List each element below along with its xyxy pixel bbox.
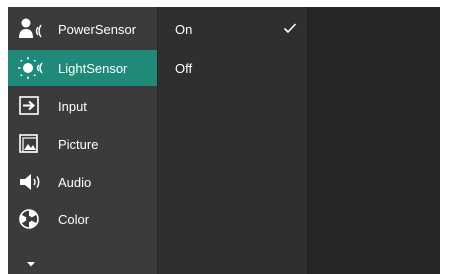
chevron-down-icon[interactable] — [25, 256, 37, 267]
main-menu: PowerSensor LightSensor Input Picture Au… — [8, 7, 157, 274]
detail-panel — [308, 7, 440, 274]
submenu-item-off[interactable]: Off — [158, 50, 307, 86]
menu-item-label: LightSensor — [58, 60, 128, 76]
menu-item-powersensor[interactable]: PowerSensor — [8, 11, 157, 47]
menu-item-label: Picture — [58, 136, 99, 152]
input-icon — [18, 94, 52, 118]
menu-item-label: Color — [58, 211, 90, 227]
menu-item-label: PowerSensor — [58, 21, 137, 37]
submenu-item-label: On — [175, 21, 193, 37]
power-sensor-icon — [18, 17, 52, 41]
menu-item-label: Input — [58, 98, 87, 114]
submenu-item-on[interactable]: On — [158, 11, 307, 47]
osd-menu: PowerSensor LightSensor Input Picture Au… — [8, 7, 440, 274]
submenu-item-label: Off — [175, 60, 193, 76]
picture-icon — [18, 132, 52, 156]
menu-item-color[interactable]: Color — [8, 201, 157, 237]
light-sensor-icon — [18, 56, 52, 80]
menu-item-input[interactable]: Input — [8, 88, 157, 124]
menu-item-picture[interactable]: Picture — [8, 126, 157, 162]
menu-item-audio[interactable]: Audio — [8, 164, 157, 200]
audio-icon — [18, 170, 52, 194]
menu-item-label: Audio — [58, 174, 92, 190]
checkmark-icon — [283, 22, 297, 34]
submenu-panel: On Off — [158, 7, 307, 274]
color-icon — [18, 207, 52, 231]
menu-item-lightsensor[interactable]: LightSensor — [8, 50, 157, 86]
